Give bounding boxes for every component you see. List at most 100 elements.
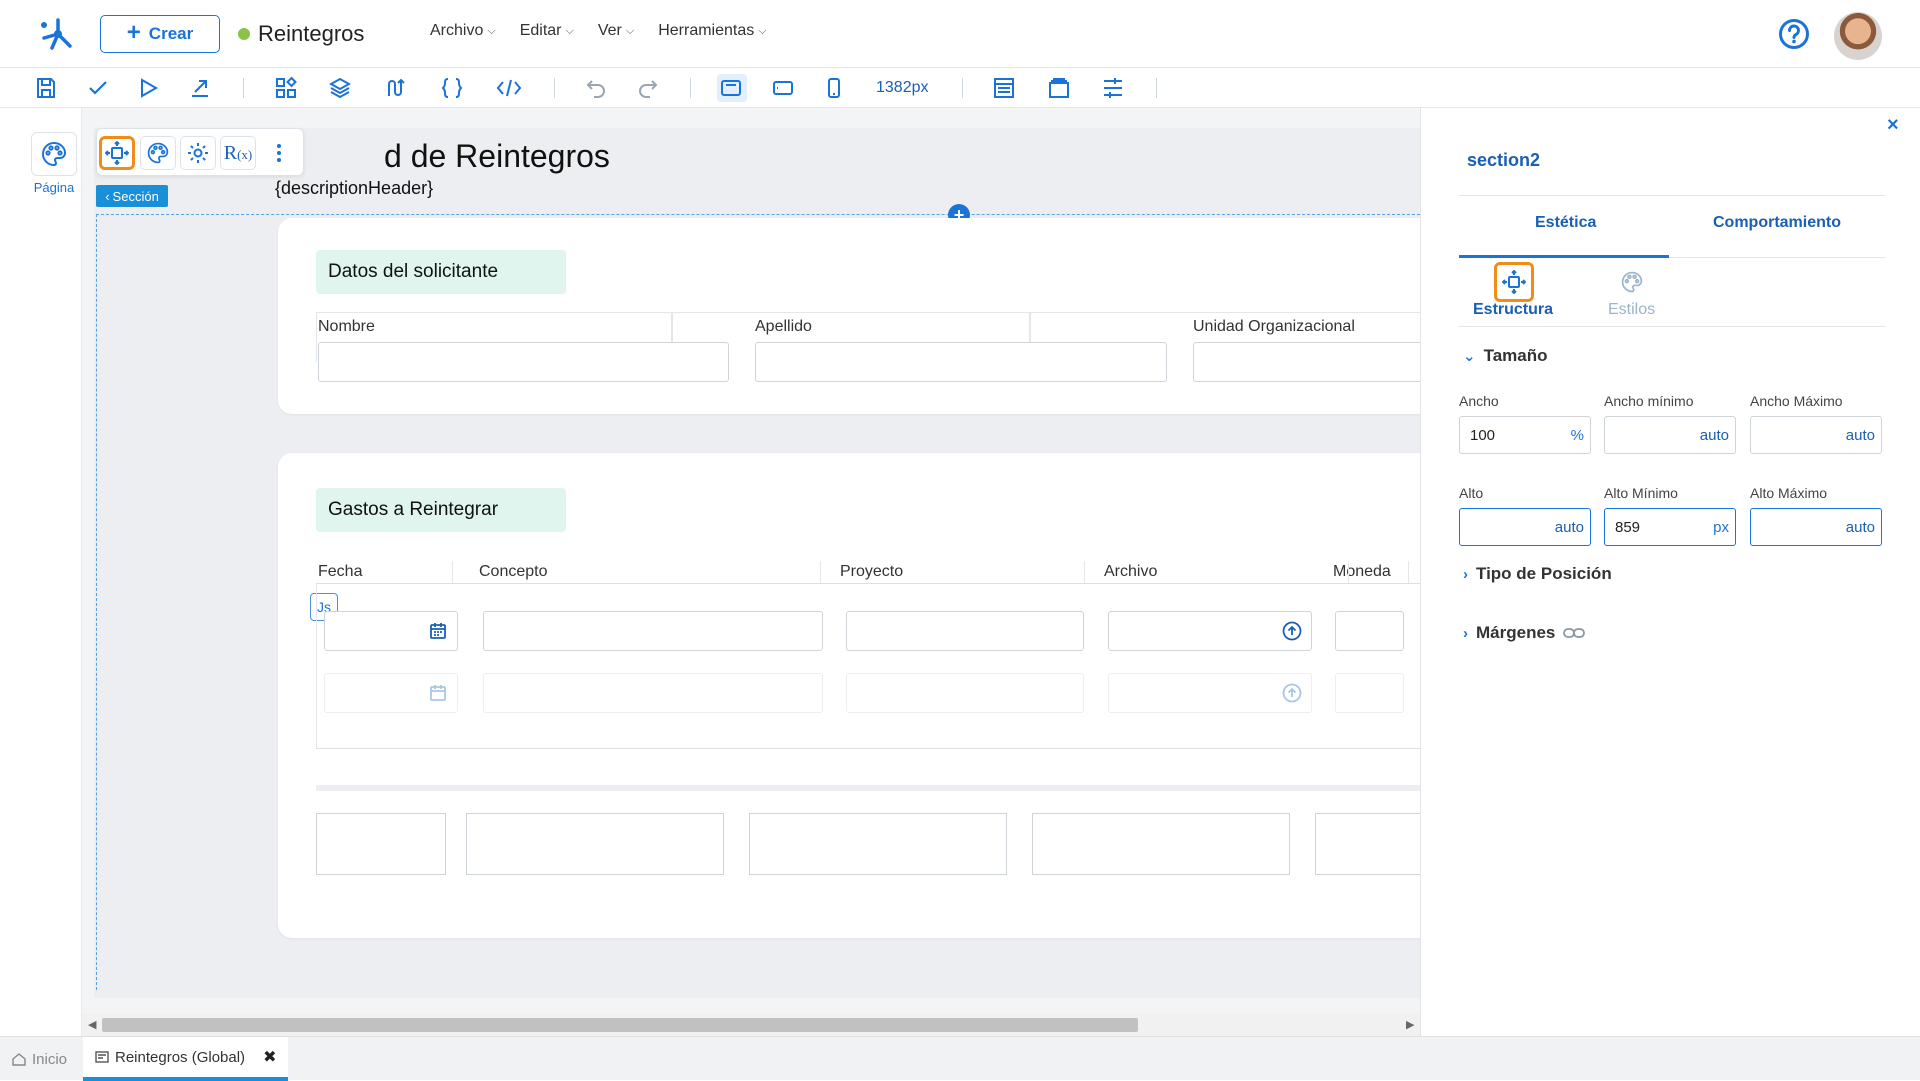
apellido-input[interactable] [755, 342, 1167, 382]
redo-icon[interactable] [636, 76, 662, 100]
max-height-input[interactable]: auto [1750, 508, 1882, 546]
total-cell[interactable] [316, 813, 446, 875]
unidad-input[interactable] [1193, 342, 1420, 382]
subtab-estructura-icon[interactable] [1494, 262, 1534, 302]
validate-check-icon[interactable] [86, 76, 112, 100]
rules-button[interactable]: R(x) [220, 136, 256, 170]
tab-inicio[interactable]: Inicio [12, 1037, 67, 1081]
width-input[interactable]: 100 % [1459, 416, 1591, 454]
nombre-input[interactable] [318, 342, 729, 382]
desktop-view-icon[interactable] [719, 76, 745, 100]
menu-archivo[interactable]: Archivo ⌵ [430, 22, 496, 40]
chevron-right-icon: › [1463, 624, 1468, 642]
section-tag-label: Sección [112, 188, 159, 204]
concepto-input[interactable] [483, 611, 823, 651]
mobile-view-icon[interactable] [822, 76, 848, 100]
help-icon[interactable] [1778, 18, 1810, 50]
card-applicant-data[interactable]: Datos del solicitante Nombre Apellido Un… [278, 218, 1420, 414]
scroll-left-icon[interactable]: ◀ [88, 1018, 96, 1031]
chevron-left-icon: ‹ [105, 188, 110, 204]
min-width-input[interactable]: auto [1604, 416, 1736, 454]
chevron-down-icon: ⌄ [1463, 348, 1476, 365]
grid-divider [1084, 561, 1085, 583]
total-cell[interactable] [1315, 813, 1420, 875]
proyecto-input[interactable] [846, 611, 1084, 651]
subtab-estilos-icon[interactable] [1612, 262, 1652, 302]
field-label-apellido: Apellido [755, 318, 812, 335]
card-expenses[interactable]: Gastos a Reintegrar Fecha Concepto Proye… [278, 453, 1420, 938]
moneda-input[interactable] [1335, 611, 1404, 651]
field-label-nombre: Nombre [318, 318, 375, 335]
menu-archivo-label: Archivo [430, 22, 484, 39]
tab-reintegros-global[interactable]: Reintegros (Global) ✖ [83, 1037, 289, 1081]
close-icon[interactable]: × [1887, 114, 1899, 137]
layers-icon[interactable] [328, 76, 354, 100]
upload-icon[interactable] [1282, 621, 1302, 641]
grid-bottom-line [316, 748, 1420, 749]
width-unit[interactable]: % [1571, 427, 1584, 444]
margins-section-toggle[interactable]: › Márgenes [1463, 623, 1586, 643]
data-flow-icon[interactable] [384, 76, 410, 100]
position-section-toggle[interactable]: › Tipo de Posición [1463, 564, 1612, 584]
calendar-icon[interactable] [429, 622, 447, 640]
design-canvas[interactable]: d de Reintegros {descriptionHeader} R(x) [82, 108, 1420, 1018]
align-settings-icon[interactable] [1101, 76, 1127, 100]
max-width-value: auto [1845, 427, 1875, 444]
styles-button[interactable] [140, 136, 176, 170]
create-button[interactable]: + Crear [100, 15, 220, 53]
canvas-horizontal-scrollbar[interactable]: ◀ ▶ [82, 1014, 1420, 1036]
fecha-input[interactable] [324, 611, 458, 651]
more-options-button[interactable] [261, 136, 297, 170]
subtabs-divider [1459, 326, 1885, 327]
upload-icon [1282, 683, 1302, 703]
braces-icon[interactable] [440, 76, 466, 100]
grid-header-line [316, 583, 1420, 584]
chevron-right-icon: › [1463, 565, 1468, 583]
total-cell[interactable] [749, 813, 1007, 875]
components-grid-icon[interactable] [274, 76, 300, 100]
tab-reintegros-label: Reintegros (Global) [115, 1048, 246, 1066]
min-height-input[interactable]: 859 px [1604, 508, 1736, 546]
page-styles-button[interactable] [31, 132, 77, 176]
code-icon[interactable] [496, 76, 522, 100]
min-height-unit[interactable]: px [1713, 519, 1729, 536]
page-layout-icon[interactable] [992, 76, 1018, 100]
total-cell[interactable] [466, 813, 724, 875]
total-cell[interactable] [1032, 813, 1290, 875]
link-icon[interactable] [1563, 626, 1586, 640]
menu-editar[interactable]: Editar ⌵ [520, 22, 574, 40]
column-moneda: Moneda [1333, 563, 1391, 580]
run-play-icon[interactable] [136, 76, 162, 100]
height-value: auto [1554, 519, 1584, 536]
user-avatar[interactable] [1834, 12, 1882, 60]
app-title: Reintegros [238, 20, 364, 48]
save-icon[interactable] [34, 76, 60, 100]
plus-icon: + [126, 19, 141, 46]
max-width-input[interactable]: auto [1750, 416, 1882, 454]
app-logo-icon[interactable] [36, 14, 76, 54]
close-tab-icon[interactable]: ✖ [263, 1047, 276, 1067]
section-breadcrumb-tag[interactable]: ‹ Sección [96, 185, 168, 207]
publish-export-icon[interactable] [188, 76, 214, 100]
undo-icon[interactable] [584, 76, 610, 100]
structure-move-button[interactable] [99, 136, 135, 170]
height-input[interactable]: auto [1459, 508, 1591, 546]
size-section-title: Tamaño [1483, 346, 1548, 365]
tab-estetica[interactable]: Estética [1535, 214, 1596, 232]
frame-icon[interactable] [1047, 76, 1073, 100]
scroll-thumb[interactable] [102, 1018, 1138, 1032]
tab-comportamiento[interactable]: Comportamiento [1713, 214, 1841, 232]
toolbar-separator [554, 78, 555, 98]
size-section-toggle[interactable]: ⌄ Tamaño [1463, 346, 1548, 366]
min-width-label: Ancho mínimo [1604, 393, 1694, 409]
subtab-estructura-label[interactable]: Estructura [1473, 301, 1553, 319]
menu-herramientas[interactable]: Herramientas ⌵ [658, 22, 766, 40]
subtab-estilos-label[interactable]: Estilos [1608, 301, 1655, 319]
min-width-value: auto [1699, 427, 1729, 444]
archivo-input[interactable] [1108, 611, 1312, 651]
scroll-right-icon[interactable]: ▶ [1406, 1018, 1414, 1031]
behavior-settings-button[interactable] [180, 136, 216, 170]
width-label: Ancho [1459, 393, 1499, 409]
menu-ver[interactable]: Ver ⌵ [598, 22, 634, 40]
tablet-view-icon[interactable] [771, 76, 797, 100]
